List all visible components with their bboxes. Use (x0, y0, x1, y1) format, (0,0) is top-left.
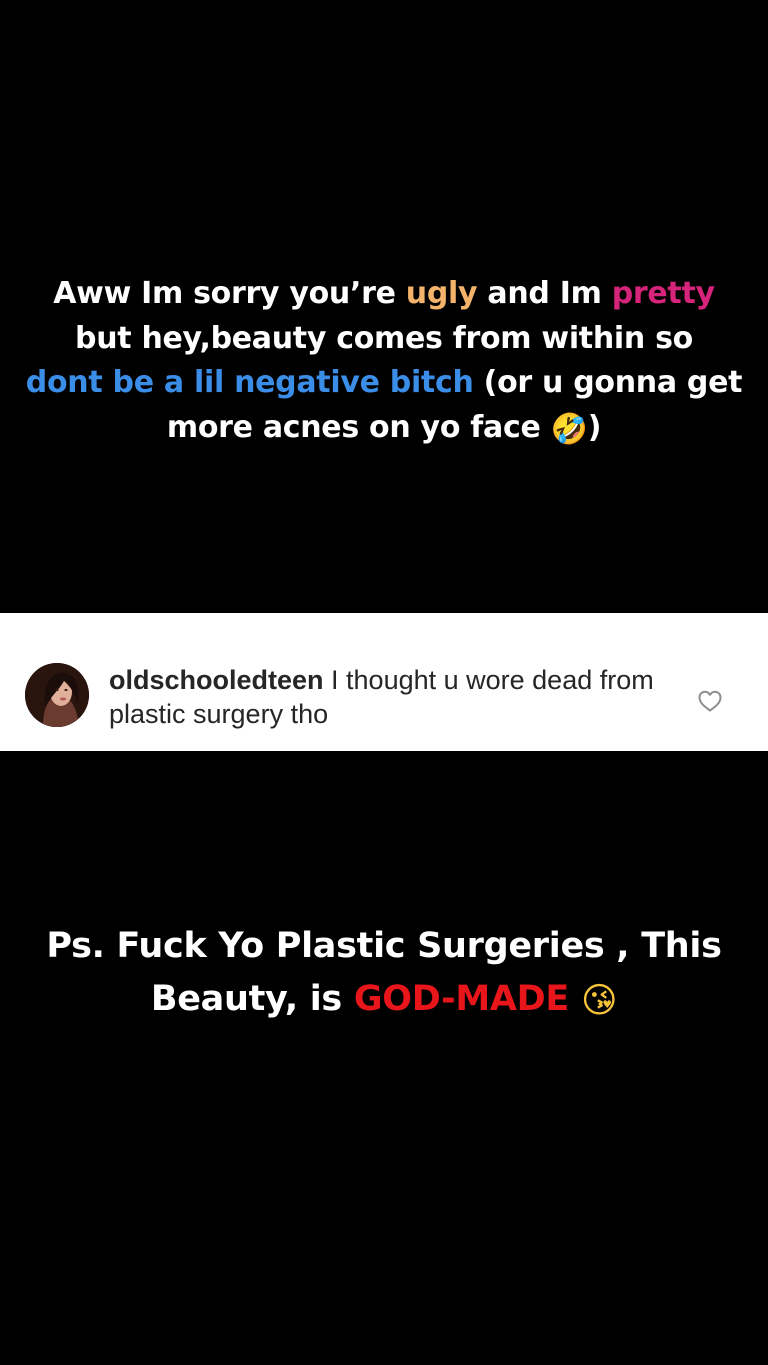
caption-text-5: ) (587, 409, 602, 445)
heart-outline-icon[interactable] (697, 689, 723, 713)
comment-text: oldschooledteen I thought u wore dead fr… (109, 663, 669, 731)
avatar-photo-icon (25, 663, 89, 727)
comment-username[interactable]: oldschooledteen (109, 665, 324, 695)
caption-text-2: and Im (477, 276, 612, 311)
blowing-kiss-emoji-icon: 😘 (580, 981, 618, 1021)
top-caption: Aww Im sorry you’re ugly and Im pretty b… (0, 272, 768, 452)
comment-screenshot-card: oldschooledteen I thought u wore dead fr… (0, 613, 768, 751)
caption-highlight-godmade: GOD-MADE (353, 979, 570, 1019)
caption-highlight-ugly: ugly (405, 276, 478, 311)
caption-highlight-pretty: pretty (611, 276, 715, 311)
cropped-next-comment-line (109, 745, 409, 751)
avatar[interactable] (25, 663, 89, 727)
rolling-laughing-emoji-icon: 🤣 (550, 411, 588, 447)
bottom-caption-space (569, 979, 581, 1019)
caption-text-3: but hey,beauty comes from within so (75, 320, 693, 356)
story-background: Aww Im sorry you’re ugly and Im pretty b… (0, 0, 768, 1365)
bottom-caption: Ps. Fuck Yo Plastic Surgeries , This Bea… (0, 920, 768, 1028)
caption-text-1: Aww Im sorry you’re (53, 276, 406, 311)
caption-highlight-negative: dont be a lil negative bitch (25, 365, 474, 400)
